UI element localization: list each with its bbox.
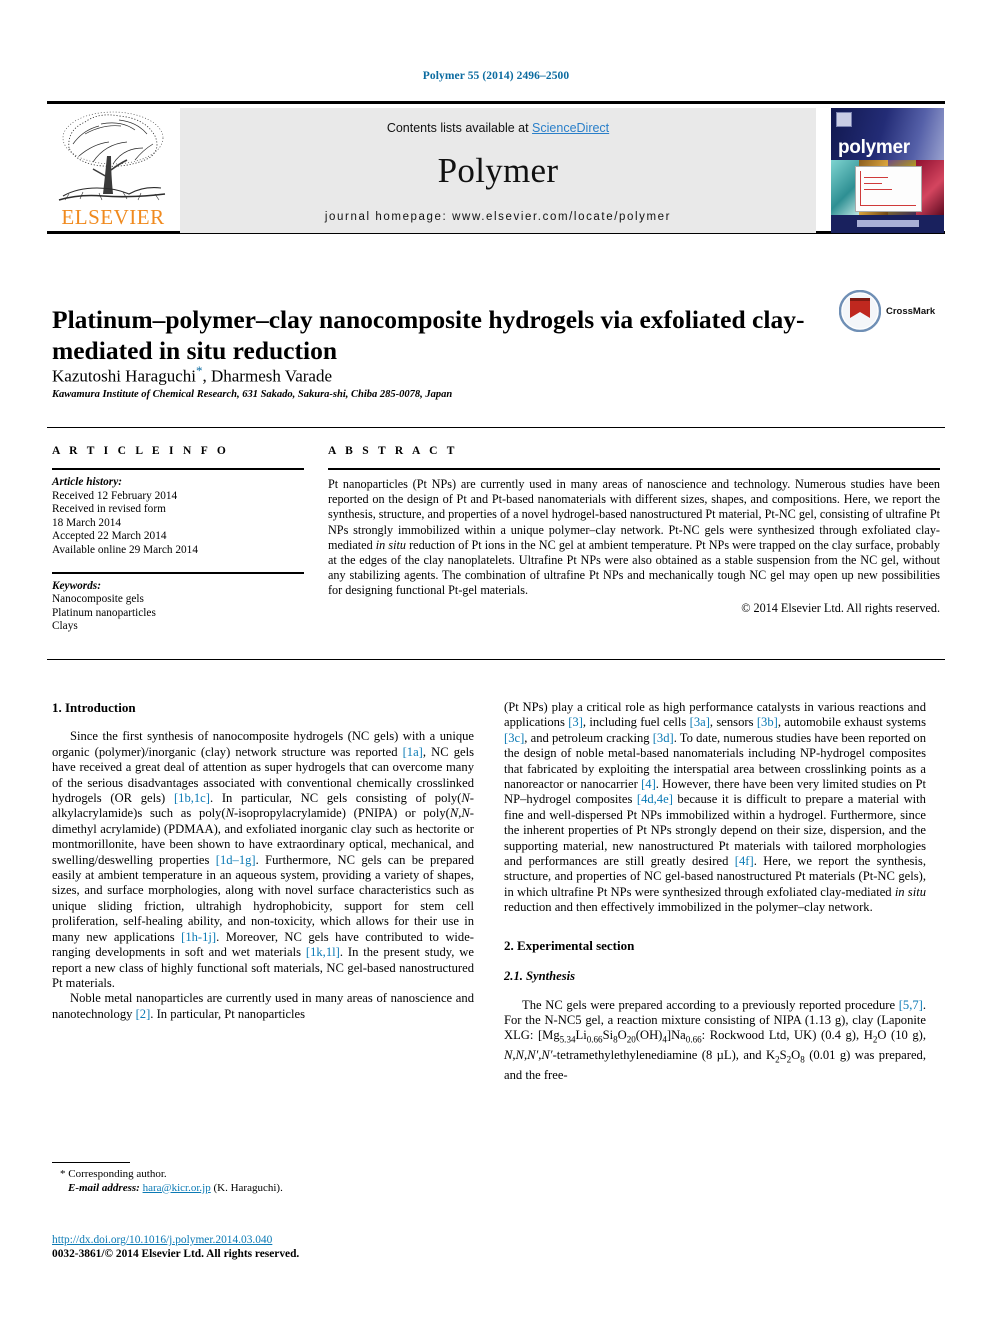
citation-link[interactable]: [4] [641,777,656,791]
journal-title: Polymer [437,151,559,190]
abstract-rule [328,468,940,470]
email-link[interactable]: hara@kicr.or.jp [143,1182,211,1194]
abstract-heading: A B S T R A C T [328,445,458,457]
citation-link[interactable]: [3c] [504,731,524,745]
cover-inset-figure [855,166,922,212]
citation-link[interactable]: [3d] [653,731,674,745]
article-page: Polymer 55 (2014) 2496–2500 ELSEVIER Con… [0,0,992,1323]
citation-link[interactable]: [1a] [403,745,423,759]
section-heading-introduction: 1. Introduction [52,700,136,715]
keyword-item: Clays [52,620,78,633]
cover-footer [831,215,944,233]
contents-available-line: Contents lists available at ScienceDirec… [180,121,816,135]
journal-masthead: ELSEVIER Contents lists available at Sci… [47,101,945,234]
citation-link[interactable]: [3] [568,715,583,729]
citation-link[interactable]: [5,7] [899,998,923,1012]
journal-homepage[interactable]: journal homepage: www.elsevier.com/locat… [180,211,816,223]
cover-mosaic [831,160,944,215]
abstract-text: Pt nanoparticles (Pt NPs) are currently … [328,477,940,599]
cover-badge-icon [836,112,852,127]
citation-link[interactable]: [1b,1c] [174,791,210,805]
info-abstract-block: A R T I C L E I N F O Article history: R… [47,427,945,660]
abstract-column: A B S T R A C T Pt nanoparticles (Pt NPs… [328,445,940,616]
subsection-heading-synthesis: 2.1. Synthesis [504,969,576,984]
cover-journal-name: polymer [838,137,910,158]
citation-link[interactable]: [1d–1g] [216,853,256,867]
email-label: E-mail address: [68,1181,140,1194]
citation-link[interactable]: [4d,4e] [637,792,673,806]
article-info-column: A R T I C L E I N F O Article history: R… [52,445,304,634]
abstract-italic-insitu: in situ [375,537,406,552]
sciencedirect-link[interactable]: ScienceDirect [532,121,609,135]
body-column-right: (Pt NPs) play a critical role as high pe… [504,700,926,1084]
crossmark-badge[interactable]: CrossMark [839,288,945,334]
doi-block: http://dx.doi.org/10.1016/j.polymer.2014… [52,1233,492,1261]
article-info-heading: A R T I C L E I N F O [52,445,230,457]
contents-prefix: Contents lists available at [386,121,533,135]
body-column-left: 1. Introduction Since the first synthesi… [52,700,474,1022]
footnote-rule [52,1162,130,1163]
abstract-copyright: © 2014 Elsevier Ltd. All rights reserved… [741,600,940,615]
cover-top-band: polymer [831,108,944,160]
article-history: Article history: Received 12 February 20… [52,476,304,558]
elsevier-logo: ELSEVIER [49,108,177,232]
paragraph: Noble metal nanoparticles are currently … [52,991,474,1021]
paragraph: Since the first synthesis of nanocomposi… [52,729,474,990]
page-title: Platinum–polymer–clay nanocomposite hydr… [52,305,805,366]
elsevier-tree-icon [58,111,166,201]
history-item: Received in revised form [52,503,166,516]
citation-link[interactable]: [2] [136,1007,151,1021]
journal-cover-image: polymer [831,108,944,233]
elsevier-wordmark: ELSEVIER [61,205,165,229]
citation-link[interactable]: [3b] [757,715,778,729]
history-item: Available online 29 March 2014 [52,543,198,556]
affiliation: Kawamura Institute of Chemical Research,… [52,389,453,400]
history-item: Accepted 22 March 2014 [52,530,167,543]
history-item: Received 12 February 2014 [52,489,178,502]
keywords-block: Keywords: Nanocomposite gels Platinum na… [52,580,304,634]
doi-link[interactable]: http://dx.doi.org/10.1016/j.polymer.2014… [52,1234,272,1246]
keyword-item: Platinum nanoparticles [52,606,156,619]
paragraph: (Pt NPs) play a critical role as high pe… [504,700,927,915]
keywords-label: Keywords: [52,579,101,592]
author-primary: Kazutoshi Haraguchi [52,366,196,386]
email-suffix: (K. Haraguchi). [210,1181,283,1194]
corresponding-author-note: * Corresponding author. [60,1168,167,1180]
keyword-item: Nanocomposite gels [52,593,144,606]
crossmark-icon [839,290,881,332]
citation-link[interactable]: [3a] [690,715,710,729]
citation-link[interactable]: [1h-1j] [181,930,216,944]
abstract-text-part2: reduction of Pt ions in the NC gel at am… [328,537,940,598]
article-history-label: Article history: [52,476,122,488]
footnote-block: * Corresponding author. E-mail address: … [52,1162,474,1195]
masthead-center: Contents lists available at ScienceDirec… [180,108,816,233]
section-heading-experimental: 2. Experimental section [504,937,635,953]
paragraph: The NC gels were prepared according to a… [504,997,926,1083]
citation-link[interactable]: [1k,1l] [306,945,340,959]
citation-link[interactable]: [4f] [735,854,754,868]
running-head: Polymer 55 (2014) 2496–2500 [422,70,570,82]
keywords-rule [52,571,304,574]
author-list: Kazutoshi Haraguchi*, Dharmesh Varade [52,363,822,387]
history-item: 18 March 2014 [52,516,122,529]
crossmark-label: CrossMark [886,305,936,317]
author-secondary: , Dharmesh Varade [202,366,332,386]
email-note: E-mail address: hara@kicr.or.jp (K. Hara… [52,1182,474,1196]
issn-copyright: 0032-3861/© 2014 Elsevier Ltd. All right… [52,1248,300,1260]
article-info-rule [52,468,304,470]
